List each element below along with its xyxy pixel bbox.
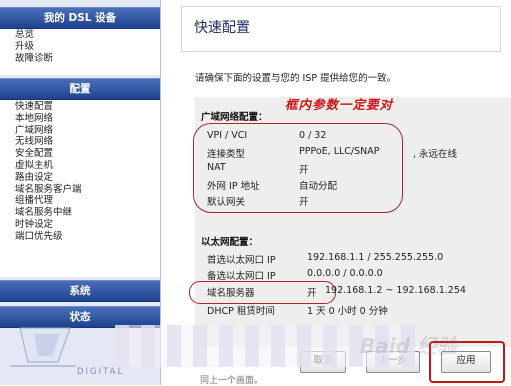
nat-label: NAT bbox=[207, 162, 226, 173]
config-menu: 快速配置 本地网络 广域网络 无线网络 安全配置 虚拟主机 路由设定 域名服务客… bbox=[0, 100, 160, 277]
vpi-label: VPI / VCI bbox=[207, 130, 248, 141]
sidebar-item-overview[interactable]: 总览 bbox=[0, 29, 160, 41]
dns-value: 开 bbox=[307, 288, 317, 299]
settings-panel: 广域网络配置： 框内参数一定要对 VPI / VCI 0 / 32 连接类型 P… bbox=[189, 97, 511, 347]
vpi-value: 0 / 32 bbox=[299, 130, 327, 141]
sidebar-header-system[interactable]: 系统 bbox=[0, 280, 160, 302]
handwritten-annotation: 框内参数一定要对 bbox=[285, 97, 394, 112]
secondary-ip-value: 0.0.0.0 / 0.0.0.0 bbox=[307, 268, 383, 279]
device-menu: 总览 升级 故障诊断 bbox=[0, 29, 160, 75]
default-gateway-label: 默认网关 bbox=[207, 197, 246, 208]
bottom-note: 同上一个画面。 bbox=[200, 376, 264, 386]
page-title: 快速配置 bbox=[194, 20, 250, 36]
sidebar-item-virtual-host[interactable]: 虚拟主机 bbox=[0, 160, 160, 172]
external-ip-value: 自动分配 bbox=[299, 181, 338, 192]
dns-label: 域名服务器 bbox=[207, 288, 255, 299]
sidebar-item-diagnostics[interactable]: 故障诊断 bbox=[0, 53, 160, 65]
lan-section-title: 以太网配置： bbox=[201, 237, 259, 248]
dhcp-lease-value: 1 天 0 小时 0 分钟 bbox=[307, 306, 388, 317]
sidebar-header-my-dsl-device[interactable]: 我的 DSL 设备 bbox=[0, 7, 160, 29]
sidebar-item-dns-client[interactable]: 域名服务客户端 bbox=[0, 184, 160, 196]
sidebar-item-wan[interactable]: 广域网络 bbox=[0, 125, 160, 137]
sidebar-item-security[interactable]: 安全配置 bbox=[0, 148, 160, 160]
wan-section-title: 广域网络配置： bbox=[201, 112, 268, 123]
primary-ip-value: 192.168.1.1 / 255.255.255.0 bbox=[307, 252, 444, 263]
connection-type-value: PPPoE, LLC/SNAP bbox=[299, 146, 380, 157]
primary-ip-label: 首选以太网口 IP bbox=[207, 255, 276, 266]
sidebar-item-port-priority[interactable]: 端口优先级 bbox=[0, 231, 160, 243]
sidebar-item-time-setting[interactable]: 时钟设定 bbox=[0, 219, 160, 231]
sidebar-item-upgrade[interactable]: 升级 bbox=[0, 41, 160, 53]
default-gateway-value: 开 bbox=[299, 197, 309, 208]
connection-mode-value: , 永远在线 bbox=[413, 149, 458, 160]
dhcp-lease-label: DHCP 租赁时间 bbox=[207, 306, 275, 317]
sidebar-item-quick-setup[interactable]: 快速配置 bbox=[0, 101, 160, 113]
sidebar-header-config[interactable]: 配置 bbox=[0, 78, 160, 100]
sidebar-item-dns-relay[interactable]: 域名服务中继 bbox=[0, 207, 160, 219]
title-box: 快速配置 bbox=[181, 6, 501, 52]
external-ip-label: 外网 IP 地址 bbox=[207, 181, 260, 192]
dns-range-value: 192.168.1.2 ~ 192.168.1.254 bbox=[325, 285, 466, 296]
sidebar-item-routing[interactable]: 路由设定 bbox=[0, 172, 160, 184]
connection-type-label: 连接类型 bbox=[207, 149, 246, 160]
logo-text: DIGITAL bbox=[77, 367, 125, 377]
secondary-ip-label: 备选以太网口 IP bbox=[207, 271, 276, 282]
sidebar-item-lan[interactable]: 本地网络 bbox=[0, 113, 160, 125]
nat-value: 开 bbox=[299, 165, 309, 176]
page-description: 请确保下面的设置与您的 ISP 提供给您的一致。 bbox=[195, 73, 397, 84]
baidu-watermark: Baid 经验 bbox=[360, 334, 457, 358]
sidebar-item-multicast-proxy[interactable]: 组播代理 bbox=[0, 195, 160, 207]
sidebar-item-wireless[interactable]: 无线网络 bbox=[0, 136, 160, 148]
